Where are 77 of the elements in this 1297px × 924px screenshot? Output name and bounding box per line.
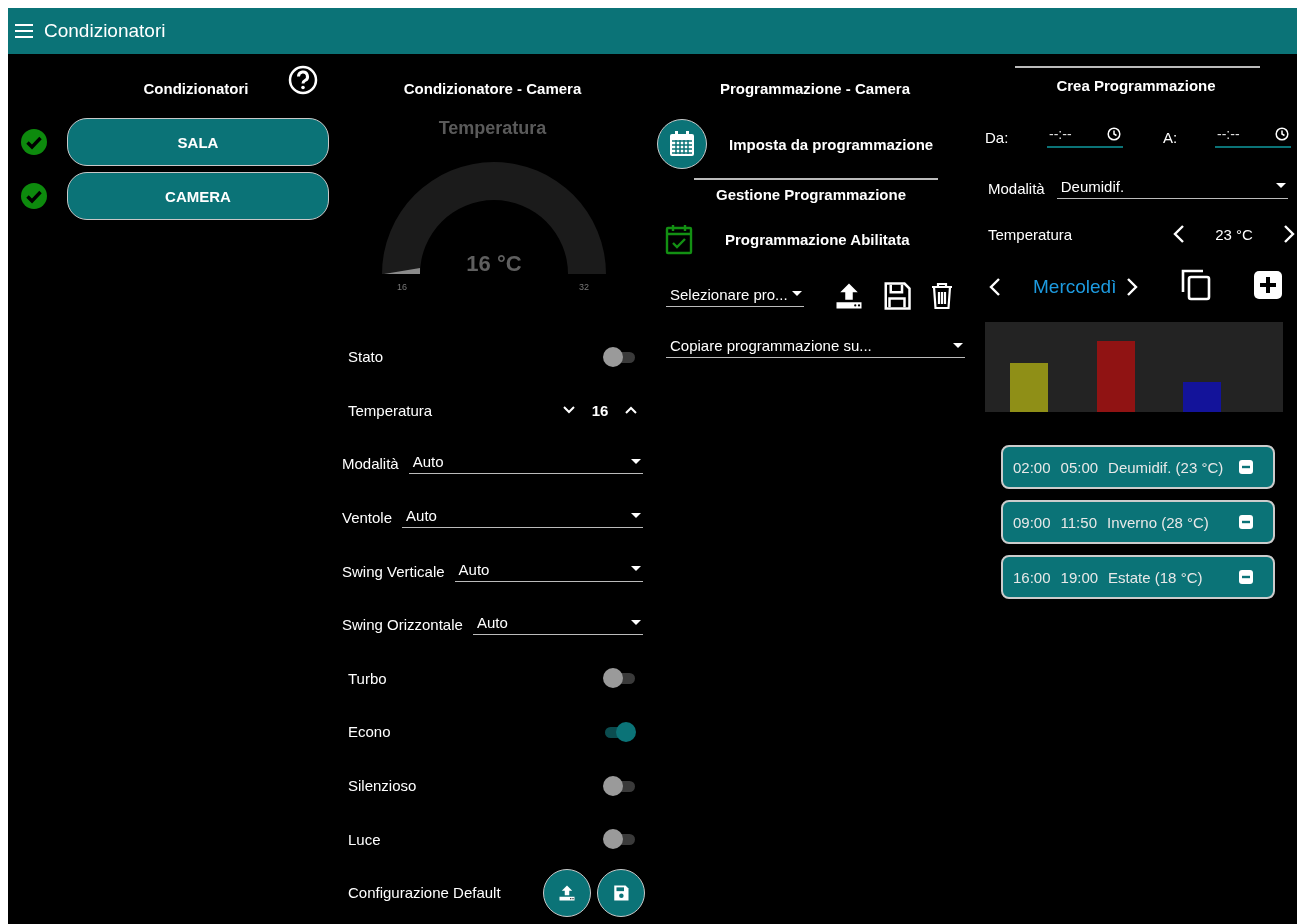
upload-icon[interactable] (834, 281, 864, 311)
load-default-button[interactable] (543, 868, 591, 917)
section-title: Gestione Programmazione (714, 186, 908, 203)
caret-icon (631, 459, 641, 465)
dropdown-field[interactable]: Auto (472, 614, 643, 636)
remove-icon[interactable] (1239, 515, 1253, 529)
save-default-button[interactable] (597, 868, 645, 917)
gauge-title: Temperatura (437, 118, 548, 140)
calendar-icon (667, 129, 697, 159)
status-label: Programmazione Abilitata (725, 230, 910, 248)
schedule-dropdown[interactable]: Selezionare pro... (666, 285, 804, 307)
schedule-entry[interactable]: 02:00 05:00 Deumidif. (23 °C) (1001, 445, 1275, 489)
chevron-down-icon[interactable] (563, 406, 575, 415)
setting-label: Turbo (348, 669, 387, 687)
setting-label: Temperatura (348, 401, 433, 419)
add-icon[interactable] (1254, 271, 1283, 299)
setting-label: Swing Orizzontale (342, 616, 463, 634)
clock-icon[interactable] (1275, 127, 1289, 141)
section-title: Condizionatore - Camera (403, 79, 582, 97)
caret-icon (631, 566, 641, 573)
chevron-right-icon[interactable] (1126, 278, 1139, 296)
setting-label: Configurazione Default (348, 884, 501, 902)
setting-label: Ventole (342, 509, 393, 527)
toggle-switch[interactable] (601, 774, 637, 797)
caret-icon (792, 291, 802, 297)
chevron-right-icon[interactable] (1283, 225, 1295, 243)
clock-icon[interactable] (1107, 127, 1121, 141)
toggle-switch[interactable] (601, 667, 637, 690)
dropdown-field[interactable]: Auto (454, 560, 643, 582)
gauge-min-label: 16 (396, 282, 407, 292)
section-title: Crea Programmazione (1055, 77, 1217, 96)
toggle-switch[interactable] (601, 345, 637, 368)
field-label: Temperatura (988, 225, 1074, 243)
save-icon[interactable] (882, 281, 912, 311)
section-title: Condizionatori (143, 78, 249, 97)
caret-icon (631, 512, 641, 519)
dropdown-field[interactable]: Auto (402, 507, 643, 529)
schedule-entry[interactable]: 09:00 11:50 Inverno (28 °C) (1001, 500, 1275, 544)
setting-label: Silenzioso (348, 777, 417, 795)
app-title: Condizionatori (44, 20, 166, 42)
trash-icon[interactable] (930, 282, 954, 310)
gauge-reading: 16 °C (465, 251, 522, 276)
setting-label: Stato (348, 348, 384, 366)
caret-icon (631, 619, 641, 626)
setting-label: Luce (348, 830, 381, 848)
remove-icon[interactable] (1239, 570, 1253, 584)
field-label: Modalità (988, 179, 1045, 197)
menu-icon[interactable] (14, 23, 34, 39)
device-button[interactable]: CAMERA (67, 172, 329, 220)
setting-label: Swing Verticale (342, 562, 445, 580)
chevron-left-icon[interactable] (1173, 225, 1185, 243)
temperature-value: 16 (590, 401, 610, 419)
schedule-entry[interactable]: 16:00 19:00 Estate (18 °C) (1001, 555, 1275, 599)
time-field[interactable]: --:-- (1215, 126, 1291, 148)
help-icon[interactable] (288, 65, 318, 95)
setting-label: Modalità (342, 455, 399, 473)
caret-icon (953, 342, 963, 349)
chevron-up-icon[interactable] (625, 406, 637, 415)
copy-dropdown[interactable]: Copiare programmazione su... (666, 337, 965, 358)
dropdown-field[interactable]: Auto (408, 453, 643, 475)
field-label: Da: (985, 128, 1010, 146)
field-label: A: (1163, 128, 1179, 146)
mode-dropdown[interactable]: Deumidif. (1056, 177, 1288, 199)
remove-icon[interactable] (1239, 460, 1253, 474)
gauge-max-label: 32 (578, 282, 589, 292)
caret-icon (1276, 183, 1286, 189)
toggle-switch[interactable] (601, 828, 637, 851)
action-label: Imposta da programmazione (729, 135, 934, 153)
section-title: Programmazione - Camera (719, 79, 911, 97)
schedule-button[interactable] (657, 119, 707, 169)
device-button[interactable]: SALA (67, 118, 329, 166)
time-field[interactable]: --:-- (1047, 126, 1123, 148)
day-label: Mercoledì (1033, 276, 1117, 298)
chevron-left-icon[interactable] (989, 278, 1001, 296)
copy-icon[interactable] (1180, 268, 1213, 302)
setting-label: Econo (348, 723, 391, 741)
temperature-value: 23 °C (1214, 225, 1254, 243)
